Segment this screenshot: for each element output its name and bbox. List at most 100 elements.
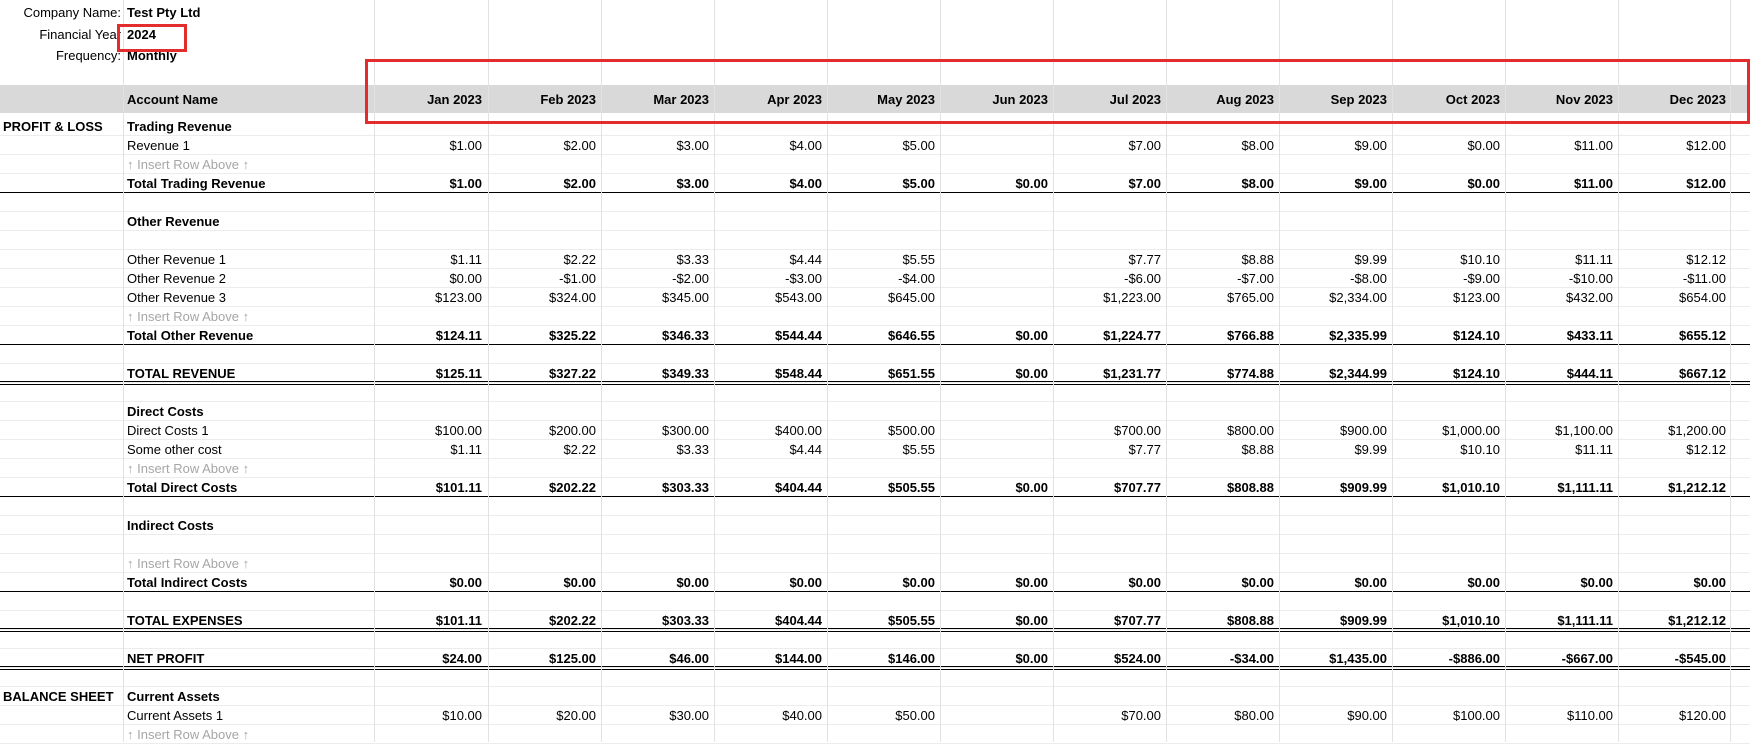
- value-cell[interactable]: $202.22: [488, 478, 599, 497]
- value-cell[interactable]: $1,100.00: [1505, 421, 1616, 440]
- value-cell[interactable]: $100.00: [1392, 706, 1503, 725]
- value-cell[interactable]: -$6.00: [1053, 269, 1164, 288]
- value-cell[interactable]: $101.11: [374, 478, 485, 497]
- value-cell[interactable]: -$3.00: [714, 269, 825, 288]
- month-header[interactable]: Jun 2023: [940, 85, 1051, 113]
- value-cell[interactable]: $0.00: [1392, 136, 1503, 155]
- value-cell[interactable]: [940, 706, 1051, 725]
- value-cell[interactable]: $110.00: [1505, 706, 1616, 725]
- value-cell[interactable]: -$10.00: [1505, 269, 1616, 288]
- value-cell[interactable]: $1.11: [374, 440, 485, 459]
- value-cell[interactable]: $9.00: [1279, 136, 1390, 155]
- value-cell[interactable]: $8.88: [1166, 250, 1277, 269]
- value-cell[interactable]: $100.00: [374, 421, 485, 440]
- value-cell[interactable]: -$1.00: [488, 269, 599, 288]
- value-cell[interactable]: $500.00: [827, 421, 938, 440]
- month-header[interactable]: Dec 2023: [1618, 85, 1729, 113]
- value-cell[interactable]: $123.00: [1392, 288, 1503, 307]
- value-cell[interactable]: $0.00: [940, 174, 1051, 193]
- account-name-cell[interactable]: Direct Costs: [124, 402, 374, 421]
- value-cell[interactable]: $2,335.99: [1279, 326, 1390, 345]
- month-header[interactable]: May 2023: [827, 85, 938, 113]
- value-cell[interactable]: $0.00: [488, 573, 599, 592]
- value-cell[interactable]: $124.11: [374, 326, 485, 345]
- value-cell[interactable]: [940, 250, 1051, 269]
- value-cell[interactable]: $70.00: [1053, 706, 1164, 725]
- value-cell[interactable]: [940, 136, 1051, 155]
- value-cell[interactable]: $324.00: [488, 288, 599, 307]
- account-name-cell[interactable]: Other Revenue: [124, 212, 374, 231]
- value-cell[interactable]: $90.00: [1279, 706, 1390, 725]
- value-cell[interactable]: $433.11: [1505, 326, 1616, 345]
- value-cell[interactable]: $2.22: [488, 250, 599, 269]
- account-name-cell[interactable]: Total Other Revenue: [124, 326, 374, 345]
- value-cell[interactable]: $1,223.00: [1053, 288, 1164, 307]
- value-cell[interactable]: $50.00: [827, 706, 938, 725]
- value-cell[interactable]: $345.00: [601, 288, 712, 307]
- value-cell[interactable]: $11.00: [1505, 136, 1616, 155]
- account-name-cell[interactable]: Total Trading Revenue: [124, 174, 374, 193]
- company-name-value[interactable]: Test Pty Ltd: [124, 3, 374, 22]
- value-cell[interactable]: $1,200.00: [1618, 421, 1729, 440]
- month-header[interactable]: Oct 2023: [1392, 85, 1503, 113]
- value-cell[interactable]: $8.88: [1166, 440, 1277, 459]
- value-cell[interactable]: $909.99: [1279, 478, 1390, 497]
- value-cell[interactable]: $400.00: [714, 421, 825, 440]
- account-name-cell[interactable]: Direct Costs 1: [124, 421, 374, 440]
- value-cell[interactable]: $8.00: [1166, 136, 1277, 155]
- value-cell[interactable]: $124.10: [1392, 326, 1503, 345]
- value-cell[interactable]: $40.00: [714, 706, 825, 725]
- value-cell[interactable]: $3.00: [601, 174, 712, 193]
- value-cell[interactable]: $707.77: [1053, 478, 1164, 497]
- value-cell[interactable]: -$8.00: [1279, 269, 1390, 288]
- value-cell[interactable]: $9.99: [1279, 440, 1390, 459]
- value-cell[interactable]: $0.00: [1392, 174, 1503, 193]
- value-cell[interactable]: $1.00: [374, 174, 485, 193]
- value-cell[interactable]: [940, 440, 1051, 459]
- value-cell[interactable]: $1,010.10: [1392, 478, 1503, 497]
- insert-row-link[interactable]: ↑ Insert Row Above ↑: [124, 155, 374, 174]
- value-cell[interactable]: $900.00: [1279, 421, 1390, 440]
- insert-row-link[interactable]: ↑ Insert Row Above ↑: [124, 554, 374, 573]
- value-cell[interactable]: $0.00: [1279, 573, 1390, 592]
- value-cell[interactable]: $1.00: [374, 136, 485, 155]
- value-cell[interactable]: $7.00: [1053, 174, 1164, 193]
- value-cell[interactable]: $0.00: [714, 573, 825, 592]
- month-header[interactable]: Apr 2023: [714, 85, 825, 113]
- value-cell[interactable]: $12.00: [1618, 136, 1729, 155]
- value-cell[interactable]: $0.00: [1166, 573, 1277, 592]
- value-cell[interactable]: $1.11: [374, 250, 485, 269]
- value-cell[interactable]: $325.22: [488, 326, 599, 345]
- account-name-cell[interactable]: Other Revenue 3: [124, 288, 374, 307]
- value-cell[interactable]: $0.00: [374, 269, 485, 288]
- account-name-cell[interactable]: Other Revenue 2: [124, 269, 374, 288]
- value-cell[interactable]: $123.00: [374, 288, 485, 307]
- month-header[interactable]: Sep 2023: [1279, 85, 1390, 113]
- value-cell[interactable]: [940, 421, 1051, 440]
- value-cell[interactable]: $0.00: [374, 573, 485, 592]
- value-cell[interactable]: $10.00: [374, 706, 485, 725]
- frequency-value[interactable]: Monthly: [124, 46, 274, 65]
- value-cell[interactable]: $9.99: [1279, 250, 1390, 269]
- month-header[interactable]: Mar 2023: [601, 85, 712, 113]
- account-name-cell[interactable]: Current Assets 1: [124, 706, 374, 725]
- value-cell[interactable]: $1,111.11: [1505, 478, 1616, 497]
- month-header[interactable]: Nov 2023: [1505, 85, 1616, 113]
- value-cell[interactable]: $120.00: [1618, 706, 1729, 725]
- value-cell[interactable]: -$11.00: [1618, 269, 1729, 288]
- value-cell[interactable]: $0.00: [1392, 573, 1503, 592]
- month-header[interactable]: Feb 2023: [488, 85, 599, 113]
- value-cell[interactable]: $303.33: [601, 478, 712, 497]
- value-cell[interactable]: $4.00: [714, 174, 825, 193]
- value-cell[interactable]: $10.10: [1392, 440, 1503, 459]
- value-cell[interactable]: $20.00: [488, 706, 599, 725]
- value-cell[interactable]: $646.55: [827, 326, 938, 345]
- value-cell[interactable]: $645.00: [827, 288, 938, 307]
- value-cell[interactable]: -$4.00: [827, 269, 938, 288]
- value-cell[interactable]: $3.33: [601, 440, 712, 459]
- value-cell[interactable]: $2.22: [488, 440, 599, 459]
- value-cell[interactable]: $4.44: [714, 440, 825, 459]
- value-cell[interactable]: $0.00: [1505, 573, 1616, 592]
- value-cell[interactable]: $0.00: [1053, 573, 1164, 592]
- value-cell[interactable]: $5.55: [827, 440, 938, 459]
